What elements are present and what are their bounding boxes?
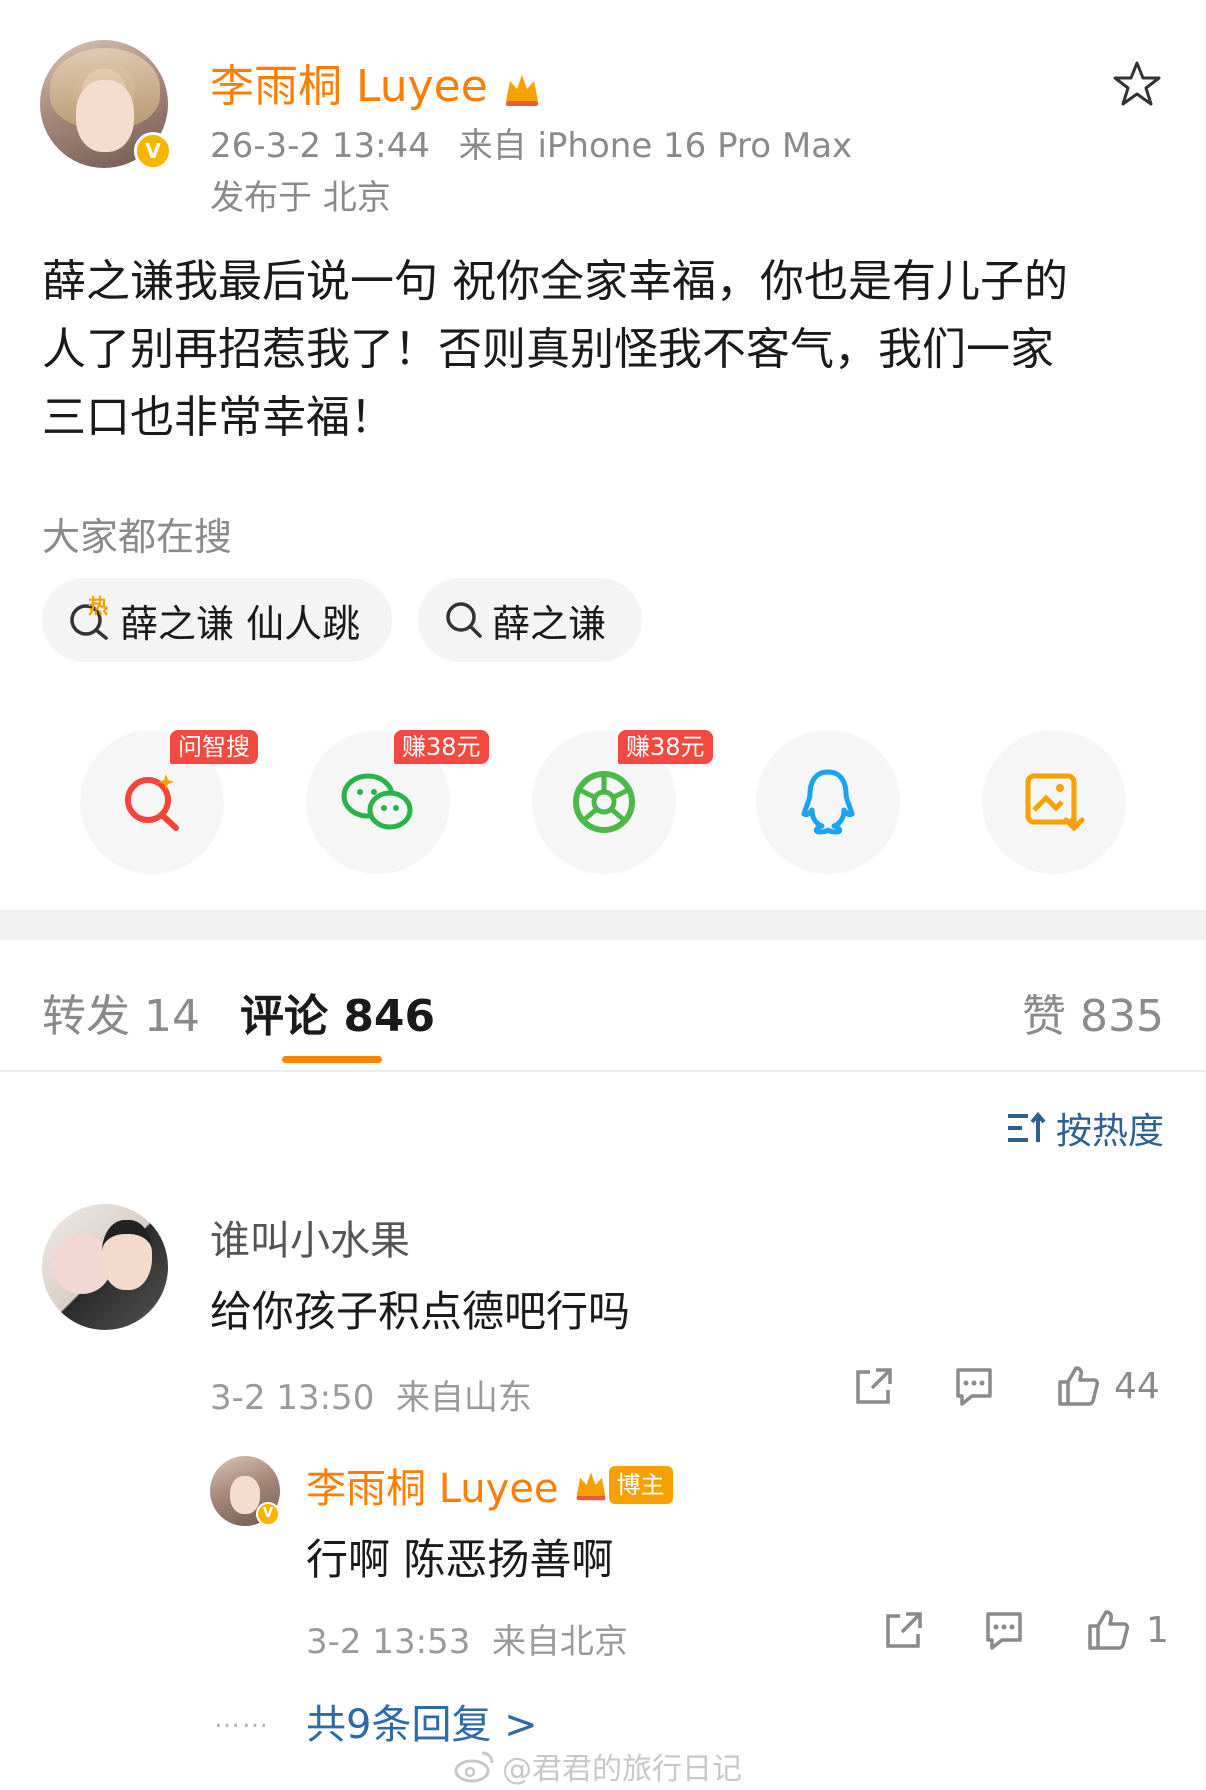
moments-icon bbox=[570, 768, 638, 836]
reply-comment-icon[interactable] bbox=[982, 1610, 1026, 1652]
comment-like-count: 44 bbox=[1114, 1365, 1160, 1407]
search-suggestion-hot[interactable]: 热 薛之谦 仙人跳 bbox=[42, 578, 392, 662]
comment-like-button[interactable]: 44 bbox=[1056, 1364, 1160, 1408]
verified-badge-icon: V bbox=[256, 1502, 280, 1526]
comment-share-icon[interactable] bbox=[852, 1366, 894, 1408]
comment-meta: 3-2 13:50 来自山东 bbox=[210, 1378, 532, 1418]
author-name-label: 李雨桐 Luyee bbox=[210, 61, 488, 112]
search-icon bbox=[444, 600, 484, 640]
post-text-line: 人了别再招惹我了！否则真别怪我不客气，我们一家 bbox=[42, 324, 1054, 375]
author-badge: 博主 bbox=[608, 1466, 673, 1504]
tabs-divider bbox=[0, 1070, 1206, 1072]
share-qq-button[interactable] bbox=[756, 730, 900, 874]
post-meta: 26-3-2 13:44 来自 iPhone 16 Pro Max bbox=[210, 118, 852, 167]
thumbs-up-icon bbox=[1056, 1364, 1100, 1408]
hot-label: 热 bbox=[88, 594, 108, 618]
reply-author-name[interactable]: 李雨桐 Luyee 博主 bbox=[306, 1456, 673, 1514]
comment-reply-icon[interactable] bbox=[952, 1366, 996, 1408]
comment-text: 给你孩子积点德吧行吗 bbox=[210, 1287, 631, 1336]
reply-meta: 3-2 13:53 来自北京 bbox=[306, 1622, 628, 1662]
search-suggestion-label: 薛之谦 仙人跳 bbox=[120, 601, 361, 646]
verified-badge-icon: V bbox=[134, 132, 172, 170]
author-name[interactable]: 李雨桐 Luyee bbox=[210, 50, 542, 114]
hot-search-icon: 热 bbox=[68, 594, 112, 642]
sort-icon bbox=[1006, 1110, 1046, 1146]
share-tag: 问智搜 bbox=[170, 730, 258, 764]
save-image-button[interactable] bbox=[982, 730, 1126, 874]
post-location: 发布于 北京 bbox=[210, 178, 391, 218]
watermark: @君君的旅行日记 bbox=[452, 1744, 742, 1788]
post-source: 来自 iPhone 16 Pro Max bbox=[458, 126, 853, 166]
crown-icon bbox=[573, 1468, 609, 1502]
view-more-replies-link[interactable]: 共9条回复 > bbox=[306, 1692, 538, 1750]
commenter-avatar[interactable] bbox=[42, 1204, 168, 1330]
reply-like-count: 1 bbox=[1146, 1609, 1169, 1651]
tab-repost[interactable]: 转发 14 bbox=[42, 980, 200, 1044]
watermark-text: @君君的旅行日记 bbox=[502, 1752, 742, 1787]
thumbs-up-icon bbox=[1086, 1608, 1130, 1652]
share-tag: 赚38元 bbox=[618, 730, 713, 764]
replies-dots: …… bbox=[214, 1704, 270, 1734]
post-text-line: 薛之谦我最后说一句 祝你全家幸福，你也是有儿子的 bbox=[42, 256, 1068, 307]
tab-likes[interactable]: 赞 835 bbox=[1022, 980, 1164, 1044]
qq-icon bbox=[798, 768, 858, 836]
commenter-name[interactable]: 谁叫小水果 bbox=[210, 1208, 410, 1266]
crown-icon bbox=[502, 71, 542, 107]
ai-search-icon bbox=[120, 770, 184, 834]
reply-share-icon[interactable] bbox=[882, 1610, 924, 1652]
tab-comments[interactable]: 评论 846 bbox=[240, 980, 435, 1044]
search-suggestion[interactable]: 薛之谦 bbox=[418, 578, 642, 662]
section-divider bbox=[0, 910, 1206, 940]
reply-like-button[interactable]: 1 bbox=[1086, 1608, 1169, 1652]
active-tab-indicator bbox=[282, 1056, 382, 1063]
share-tag: 赚38元 bbox=[394, 730, 489, 764]
reply-text: 行啊 陈恶扬善啊 bbox=[306, 1535, 614, 1584]
reply-author-label: 李雨桐 Luyee bbox=[306, 1466, 559, 1512]
save-image-icon bbox=[1022, 770, 1086, 834]
favorite-star-icon[interactable] bbox=[1112, 60, 1162, 108]
sort-button[interactable]: 按热度 bbox=[1006, 1102, 1164, 1154]
post-timestamp: 26-3-2 13:44 bbox=[210, 126, 430, 166]
post-body: 薛之谦我最后说一句 祝你全家幸福，你也是有儿子的 人了别再招惹我了！否则真别怪我… bbox=[42, 248, 1182, 452]
search-suggestion-label: 薛之谦 bbox=[492, 601, 607, 646]
trending-heading: 大家都在搜 bbox=[42, 515, 233, 559]
wechat-icon bbox=[340, 770, 416, 834]
post-text-line: 三口也非常幸福！ bbox=[42, 392, 394, 443]
weibo-logo-icon bbox=[452, 1749, 496, 1783]
sort-label: 按热度 bbox=[1055, 1111, 1164, 1152]
